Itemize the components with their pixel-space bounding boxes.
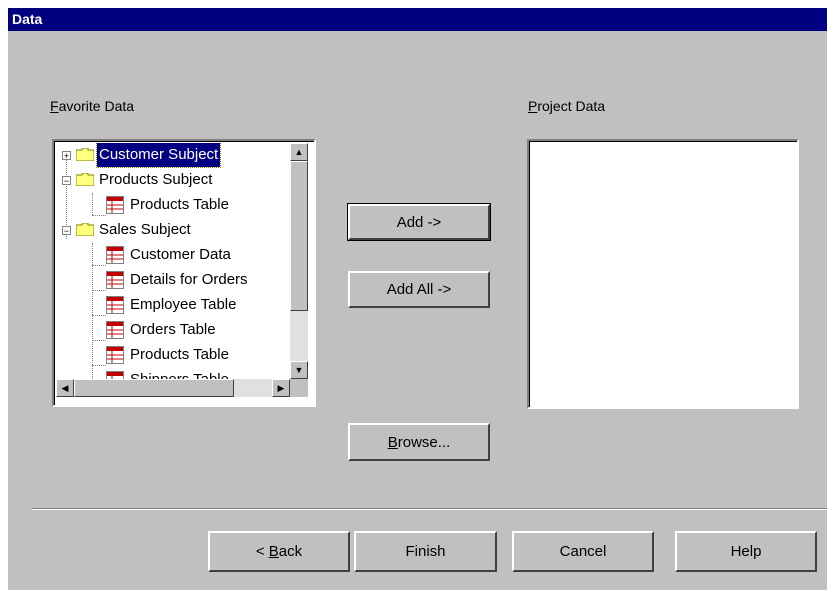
folder-icon xyxy=(76,173,94,186)
vertical-scroll-thumb[interactable] xyxy=(290,161,308,311)
back-mnemonic: B xyxy=(268,543,279,560)
project-data-mnemonic: P xyxy=(528,98,538,114)
separator-line xyxy=(32,508,827,510)
table-icon xyxy=(106,346,124,364)
favorite-data-label: Favorite Data xyxy=(50,98,134,114)
add-all-button-label: Add All -> xyxy=(386,281,452,298)
table-icon xyxy=(106,246,124,264)
tree-node-label[interactable]: Orders Table xyxy=(128,318,218,342)
horizontal-scroll-thumb[interactable] xyxy=(74,379,234,397)
tree-hline xyxy=(92,290,106,291)
tree-hline xyxy=(92,340,106,341)
tree-sales-line xyxy=(92,243,93,381)
folder-icon xyxy=(76,148,94,161)
minus-expander-icon[interactable]: − xyxy=(62,226,71,236)
folder-icon xyxy=(76,223,94,236)
project-data-label-text: roject Data xyxy=(537,98,606,114)
project-data-label: Project Data xyxy=(528,98,605,114)
table-icon xyxy=(106,196,124,214)
tree-node-label[interactable]: Products Table xyxy=(128,193,231,217)
help-button-label: Help xyxy=(730,543,762,560)
finish-button[interactable]: Finish xyxy=(354,531,497,572)
scrollbar-corner xyxy=(290,379,308,397)
title-bar: Data xyxy=(8,8,827,31)
tree-node-label[interactable]: Details for Orders xyxy=(128,268,250,292)
project-data-list[interactable] xyxy=(527,139,799,409)
browse-mnemonic: B xyxy=(387,433,398,451)
tree-hline xyxy=(92,215,106,216)
data-dialog: Data Favorite Data Project Data + Custom… xyxy=(8,8,827,590)
help-button[interactable]: Help xyxy=(675,531,817,572)
tree-node-label[interactable]: Products Table xyxy=(128,343,231,367)
tree-hline xyxy=(92,365,106,366)
scroll-right-icon[interactable]: ▶ xyxy=(272,379,290,397)
tree-vertical-scrollbar[interactable]: ▲ ▼ xyxy=(290,143,308,379)
back-arrow: < xyxy=(255,543,269,560)
window-title: Data xyxy=(12,11,43,27)
tree-content: + Customer Subject − Products Subject Pr… xyxy=(56,143,290,381)
back-button-label: < Back xyxy=(256,543,302,560)
plus-expander-icon[interactable]: + xyxy=(62,151,71,161)
browse-button[interactable]: Browse... xyxy=(348,423,490,461)
tree-node-label[interactable]: Employee Table xyxy=(128,293,238,317)
back-button[interactable]: < Back xyxy=(208,531,350,572)
tree-node-label[interactable]: Sales Subject xyxy=(97,218,193,242)
browse-button-label: Browse... xyxy=(388,434,451,451)
finish-button-label: Finish xyxy=(405,543,446,560)
scroll-up-icon[interactable]: ▲ xyxy=(290,143,308,161)
cancel-button[interactable]: Cancel xyxy=(512,531,654,572)
favorite-data-label-text: avorite Data xyxy=(58,98,135,114)
cancel-button-label: Cancel xyxy=(559,543,607,560)
table-icon xyxy=(106,296,124,314)
browse-label-text: rowse... xyxy=(397,433,451,451)
tree-node-label[interactable]: Products Subject xyxy=(97,168,214,192)
table-icon xyxy=(106,321,124,339)
tree-horizontal-scrollbar[interactable]: ◀ ▶ xyxy=(56,379,290,397)
back-label-text: ack xyxy=(278,543,303,560)
minus-expander-icon[interactable]: − xyxy=(62,176,71,186)
favorite-data-tree[interactable]: + Customer Subject − Products Subject Pr… xyxy=(52,139,316,407)
scroll-left-icon[interactable]: ◀ xyxy=(56,379,74,397)
tree-node-label[interactable]: Customer Subject xyxy=(95,143,222,168)
tree-node-label[interactable]: Customer Data xyxy=(128,243,233,267)
scroll-down-icon[interactable]: ▼ xyxy=(290,361,308,379)
add-button[interactable]: Add -> xyxy=(347,203,491,241)
tree-products-line xyxy=(92,193,93,215)
favorite-data-mnemonic: F xyxy=(50,98,59,114)
tree-hline xyxy=(92,315,106,316)
tree-hline xyxy=(92,265,106,266)
add-button-label: Add -> xyxy=(396,213,442,231)
add-all-button[interactable]: Add All -> xyxy=(348,271,490,308)
table-icon xyxy=(106,271,124,289)
